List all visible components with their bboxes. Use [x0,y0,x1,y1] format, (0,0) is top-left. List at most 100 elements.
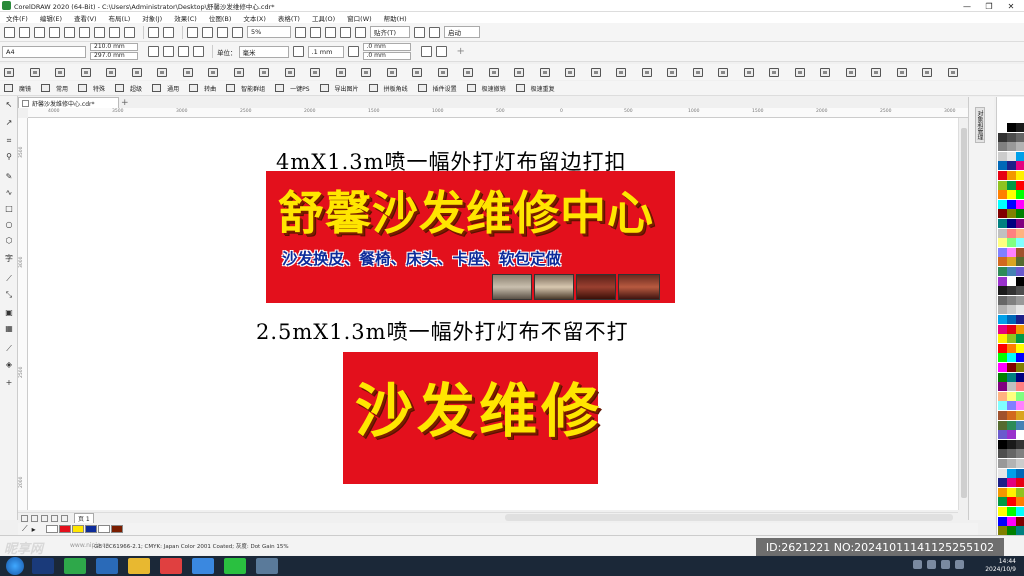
palette-swatch[interactable] [998,151,1007,161]
palette-swatch[interactable] [1016,516,1024,526]
paste-icon[interactable] [124,26,135,38]
palette-swatch[interactable] [998,228,1007,238]
plugin-shortcut-icon[interactable] [565,67,575,77]
rectangle-tool-icon[interactable]: □ [4,204,14,213]
banner1[interactable]: 舒馨沙发维修中心 沙发换皮、餐椅、床头、卡座、软包定做 [266,171,675,303]
drop-shadow-tool-icon[interactable]: ▣ [4,308,14,317]
plugin-shortcut-icon[interactable] [590,67,601,77]
palette-swatch[interactable] [998,382,1007,392]
plugin-shortcut-icon[interactable] [769,67,779,77]
banner2[interactable]: 沙发维修 [343,352,599,484]
palette-swatch[interactable] [998,363,1007,372]
banner2-title[interactable]: 沙发维修 [355,364,603,448]
save-icon[interactable] [34,26,45,38]
swatch-yellow[interactable] [71,525,84,533]
docker-tab[interactable]: 对象和管理 [975,107,985,143]
plugin-mirror[interactable]: 魔镜 [4,84,31,93]
plugin-shortcut-icon[interactable] [335,67,346,77]
tray-icon[interactable] [955,560,964,569]
palette-swatch[interactable] [1007,295,1016,305]
cloud-download-icon[interactable] [64,26,75,38]
palette-swatch[interactable] [998,123,1007,132]
palette-swatch[interactable] [1007,468,1016,478]
palette-swatch[interactable] [998,305,1007,315]
plugin-shortcut-icon[interactable] [743,67,754,77]
palette-swatch[interactable] [998,257,1007,267]
palette-swatch[interactable] [998,219,1007,228]
swatch-dark-red[interactable] [110,525,123,533]
menu-help[interactable]: 帮助(H) [384,13,407,23]
swatch-blue[interactable] [84,525,97,533]
palette-swatch[interactable] [1016,497,1024,507]
swatch-white[interactable] [97,525,110,533]
plugin-super[interactable]: 超级 [115,84,142,93]
shape-tool-icon[interactable]: ↗ [4,118,14,127]
palette-swatch[interactable] [1016,372,1024,382]
start-button[interactable] [6,557,24,575]
taskbar-clock[interactable]: 14:44 2024/10/9 [985,558,1016,574]
palette-swatch[interactable] [1007,372,1016,382]
plugin-settings[interactable]: 插件设置 [417,84,457,93]
plugin-shortcut-icon[interactable] [667,67,677,77]
plugin-smart-group[interactable]: 智能群组 [226,84,265,93]
plugin-shortcut-icon[interactable] [182,67,193,77]
ellipse-tool-icon[interactable]: ○ [4,220,14,229]
launch-select[interactable]: 启动 [444,26,480,38]
sofa-photo-1[interactable] [492,274,532,300]
page-height-input[interactable]: 297.0 mm [90,51,138,60]
palette-swatch[interactable] [998,478,1007,488]
palette-swatch[interactable] [1016,382,1024,392]
palette-swatch[interactable] [1007,267,1016,276]
palette-swatch[interactable] [998,401,1007,411]
plugin-shortcut-icon[interactable] [845,67,856,77]
menu-text[interactable]: 文本(X) [243,13,266,23]
palette-swatch[interactable] [1016,526,1024,536]
plugin-shortcut-icon[interactable] [412,67,422,77]
plugin-general[interactable]: 通用 [152,84,179,93]
palette-swatch[interactable] [1016,353,1024,363]
palette-swatch[interactable] [998,516,1007,526]
palette-swatch[interactable] [998,343,1007,353]
palette-swatch[interactable] [1007,257,1016,267]
palette-swatch[interactable] [998,286,1007,296]
eyedropper-tool-icon[interactable]: ⟋ [4,344,14,353]
connector-tool-icon[interactable]: ⤡ [4,290,14,299]
palette-swatch[interactable] [1016,247,1024,257]
browser-app-icon[interactable] [96,558,118,574]
last-page-icon[interactable] [51,514,58,522]
plugin-shortcut-icon[interactable] [692,67,703,77]
crop-tool-icon[interactable]: ⌗ [4,136,14,145]
palette-swatch[interactable] [1007,305,1016,315]
plugin-shortcut-icon[interactable] [131,67,142,77]
palette-swatch[interactable] [1007,123,1016,132]
palette-swatch[interactable] [998,439,1007,449]
palette-swatch[interactable] [998,411,1007,420]
snap-to-select[interactable]: 贴齐(T) [370,26,410,38]
app-icon[interactable] [160,558,182,574]
palette-swatch[interactable] [1016,343,1024,353]
palette-swatch[interactable] [1016,123,1024,132]
plugin-crop-marks[interactable]: 拼板角线 [368,84,408,93]
palette-swatch[interactable] [1016,161,1024,171]
vertical-ruler[interactable]: 3500 3000 2500 2000 [18,118,28,510]
palette-swatch[interactable] [1016,219,1024,228]
all-pages-icon[interactable] [178,46,189,57]
plugin-shortcut-icon[interactable] [871,67,881,77]
plugin-fast-redo[interactable]: 极速重复 [515,84,555,93]
palette-swatch[interactable] [998,267,1007,276]
palette-swatch[interactable] [1007,353,1016,363]
menu-bitmaps[interactable]: 位图(B) [209,13,232,23]
palette-swatch[interactable] [998,372,1007,382]
open-folder-icon[interactable] [19,26,30,38]
palette-swatch[interactable] [1007,343,1016,353]
color-profile-status[interactable]: GB IEC61966-2.1; CMYK: Japan Color 2001 … [94,542,289,550]
zoom-level-select[interactable]: 5% [247,26,291,38]
more-tools-icon[interactable]: + [4,378,14,387]
palette-swatch[interactable] [1016,411,1024,420]
palette-swatch[interactable] [998,190,1007,200]
plugin-shortcut-icon[interactable] [386,67,397,77]
palette-swatch[interactable] [1016,478,1024,488]
new-document-icon[interactable] [4,26,15,38]
palette-swatch[interactable] [1007,391,1016,401]
palette-swatch[interactable] [1007,420,1016,430]
